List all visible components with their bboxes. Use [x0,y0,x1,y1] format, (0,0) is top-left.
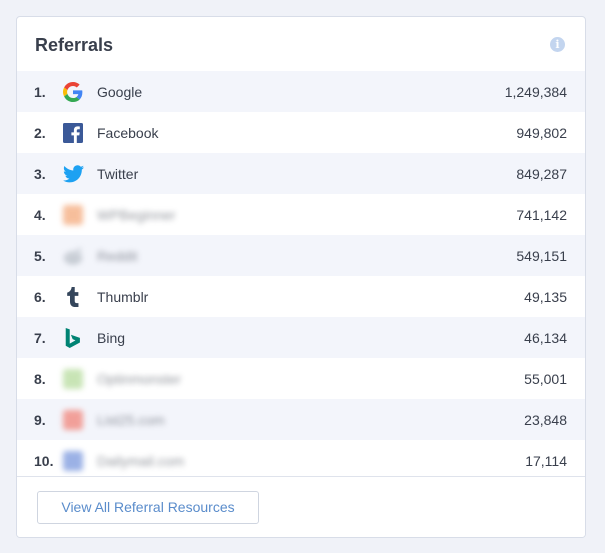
info-icon[interactable]: i [550,36,565,52]
referral-source-name: Reddit [97,247,138,264]
referral-count: 46,134 [524,329,567,346]
referral-row-5: 5. Reddit 549,151 [17,235,585,276]
site-favicon-icon [62,450,84,472]
referral-rank: 9. [34,411,46,428]
referral-row-8: 8. Optinmonster 55,001 [17,358,585,399]
referral-rank: 10. [34,452,54,469]
referral-rank: 1. [34,83,46,100]
referral-count: 55,001 [524,370,567,387]
widget-title: Referrals [35,34,114,55]
referral-row-9: 9. List25.com 23,848 [17,399,585,440]
referral-source-name: Thumblr [97,288,149,305]
referral-count: 49,135 [524,288,567,305]
referral-source-name: Google [97,83,143,100]
site-favicon-icon [62,409,84,431]
widget-header: Referrals i [17,17,585,71]
site-favicon-icon [62,368,84,390]
facebook-icon [62,122,84,144]
referral-source-name: WPBeginner [97,206,176,223]
referral-rank: 2. [34,124,46,141]
referral-row-1: 1. Google 1,249,384 [17,71,585,112]
referral-source-name: Bing [97,329,126,346]
bing-icon [62,327,84,349]
reddit-icon [62,245,84,267]
referral-count: 23,848 [524,411,567,428]
referral-list: 1. Google 1,249,384 2. Facebook 949,802 … [17,71,585,481]
referral-rank: 4. [34,206,46,223]
referral-rank: 3. [34,165,46,182]
site-favicon-icon [62,204,84,226]
referral-rank: 7. [34,329,46,346]
referral-source-name: Dailymail.com [97,452,185,469]
referral-row-3: 3. Twitter 849,287 [17,153,585,194]
tumblr-icon [62,286,84,308]
referral-count: 949,802 [516,124,567,141]
google-icon [62,81,84,103]
referral-rank: 6. [34,288,46,305]
referral-count: 549,151 [516,247,567,264]
referral-count: 849,287 [516,165,567,182]
referral-row-4: 4. WPBeginner 741,142 [17,194,585,235]
view-all-referrals-button[interactable]: View All Referral Resources [37,490,259,524]
referral-count: 741,142 [516,206,567,223]
widget-footer: View All Referral Resources [17,476,585,537]
referral-source-name: Optinmonster [97,370,182,387]
referral-source-name: Twitter [97,165,139,182]
referral-source-name: Facebook [97,124,159,141]
referrals-widget: Referrals i 1. Google 1,249,384 2. Faceb… [16,16,586,538]
referral-rank: 5. [34,247,46,264]
referral-source-name: List25.com [97,411,165,428]
referral-count: 17,114 [525,452,567,469]
referral-row-6: 6. Thumblr 49,135 [17,276,585,317]
referral-count: 1,249,384 [504,83,567,100]
referral-row-7: 7. Bing 46,134 [17,317,585,358]
referral-row-2: 2. Facebook 949,802 [17,112,585,153]
referral-row-10: 10. Dailymail.com 17,114 [17,440,585,481]
twitter-icon [62,163,84,185]
referral-rank: 8. [34,370,46,387]
